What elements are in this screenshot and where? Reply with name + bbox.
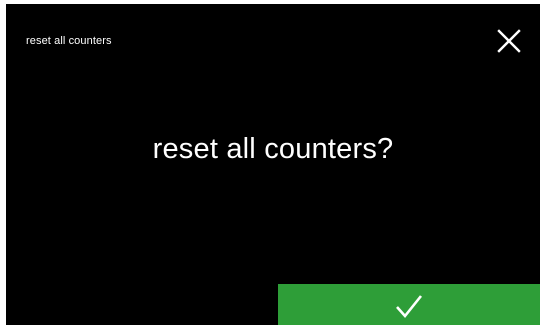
- confirmation-question: reset all counters?: [152, 133, 394, 165]
- reset-counters-dialog: reset all counters reset all counters?: [6, 4, 540, 325]
- close-icon: [497, 29, 521, 53]
- checkmark-icon: [396, 294, 423, 318]
- confirm-button[interactable]: [278, 284, 540, 325]
- page-title: reset all counters: [26, 35, 112, 47]
- close-button[interactable]: [492, 24, 526, 58]
